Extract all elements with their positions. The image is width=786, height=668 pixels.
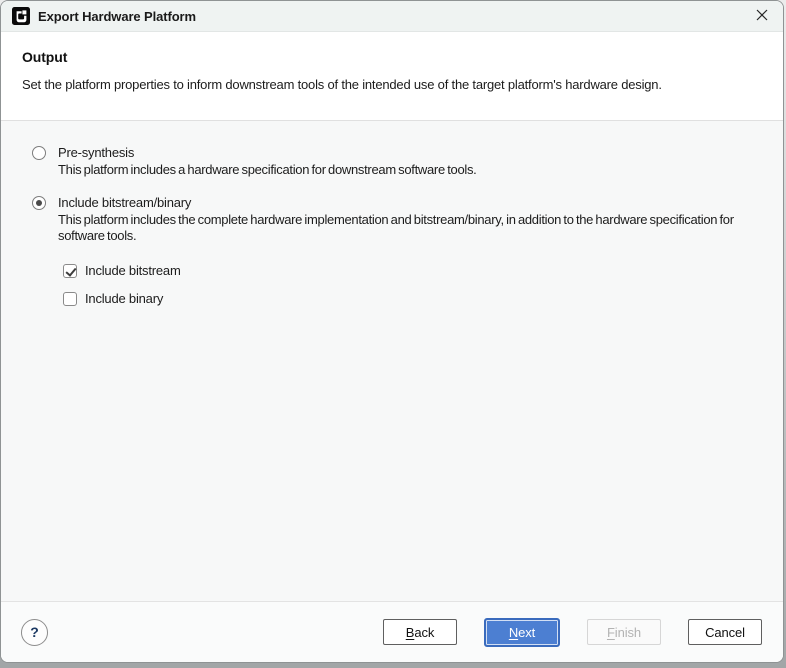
cancel-button[interactable]: Cancel	[688, 619, 762, 645]
checkbox-include-bitstream[interactable]: Include bitstream	[63, 263, 755, 278]
checkbox-include-binary[interactable]: Include binary	[63, 291, 755, 306]
footer-buttons: Back Next Finish Cancel	[383, 618, 762, 647]
checkbox-icon[interactable]	[63, 292, 77, 306]
radio-option-pre-synthesis[interactable]: Pre-synthesis This platform includes a h…	[32, 145, 755, 178]
checkbox-label: Include bitstream	[85, 263, 181, 278]
finish-button[interactable]: Finish	[587, 619, 661, 645]
checkbox-label: Include binary	[85, 291, 163, 306]
wizard-footer: ? Back Next Finish Cancel	[1, 601, 783, 662]
option-description: This platform includes a hardware specif…	[58, 162, 476, 178]
option-label: Pre-synthesis	[58, 145, 476, 160]
vivado-logo-icon	[12, 7, 30, 25]
radio-icon[interactable]	[32, 146, 46, 160]
help-button[interactable]: ?	[21, 619, 48, 646]
titlebar[interactable]: Export Hardware Platform	[1, 1, 783, 32]
back-button[interactable]: Back	[383, 619, 457, 645]
export-hardware-platform-dialog: Export Hardware Platform Output Set the …	[0, 0, 784, 663]
close-icon	[755, 8, 769, 25]
option-label: Include bitstream/binary	[58, 195, 755, 210]
window-title: Export Hardware Platform	[38, 9, 196, 24]
radio-icon[interactable]	[32, 196, 46, 210]
option-description: This platform includes the complete hard…	[58, 212, 755, 244]
close-button[interactable]	[751, 5, 773, 27]
radio-option-include-bitstream-binary[interactable]: Include bitstream/binary This platform i…	[32, 195, 755, 244]
checkbox-group: Include bitstream Include binary	[63, 263, 755, 306]
option-text: Pre-synthesis This platform includes a h…	[58, 145, 476, 178]
page-title: Output	[22, 49, 762, 65]
checkbox-icon[interactable]	[63, 264, 77, 278]
wizard-header: Output Set the platform properties to in…	[1, 32, 783, 121]
wizard-body: Pre-synthesis This platform includes a h…	[1, 121, 783, 601]
next-button[interactable]: Next	[484, 618, 560, 647]
option-text: Include bitstream/binary This platform i…	[58, 195, 755, 244]
page-description: Set the platform properties to inform do…	[22, 77, 762, 92]
